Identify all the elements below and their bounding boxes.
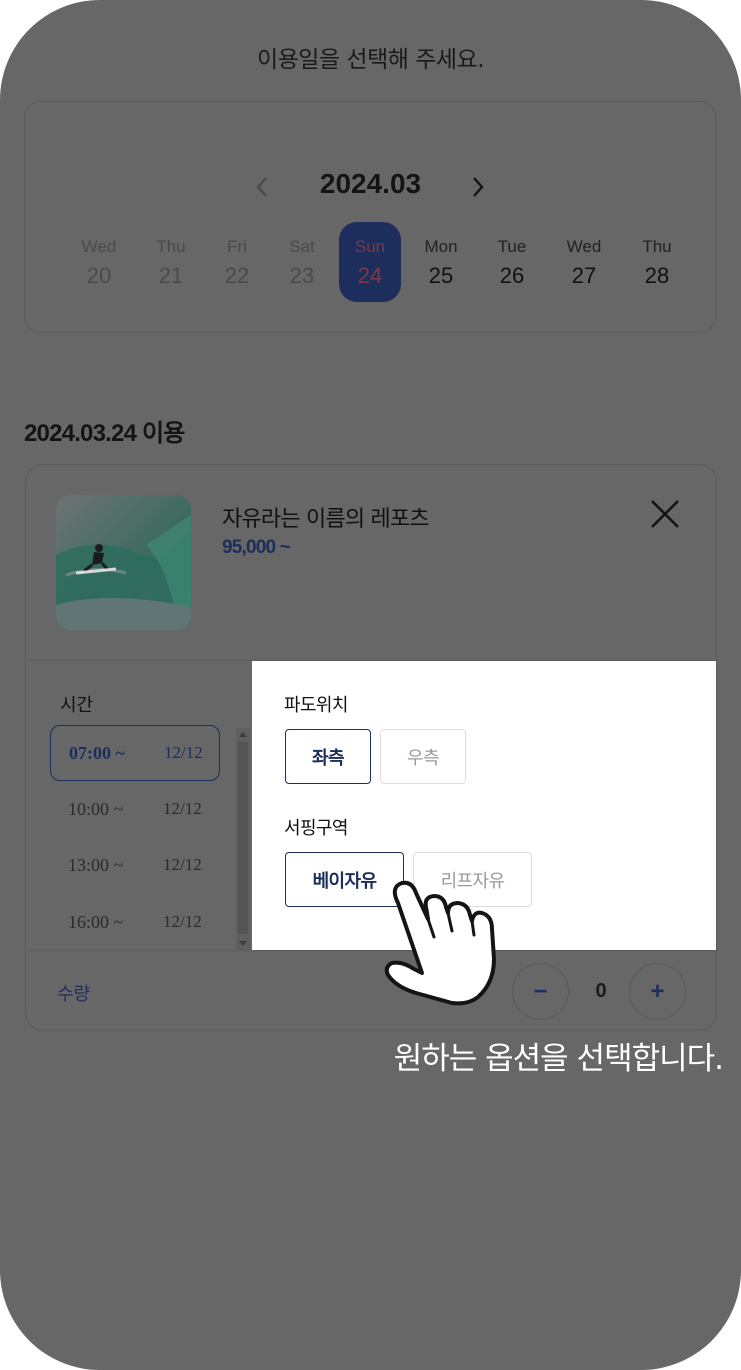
day-number: 20 [86,263,112,288]
month-label: 2024.03 [319,168,422,199]
guide-caption: 원하는 옵션을 선택합니다. [393,1041,724,1077]
time-slot-quantity: 12/12 [163,855,202,874]
day-number: 28 [644,263,670,288]
chevron-right-icon [473,177,484,197]
time-slot-time: 16:00 ~ [68,912,124,932]
day-of-week: Wed [566,237,602,256]
time-slot-time: 13:00 ~ [68,855,124,875]
day-number: 22 [224,263,250,288]
calendar-day-20[interactable]: Wed 20 [68,225,130,302]
time-slot-1000[interactable]: 10:00 ~ 12/12 [50,782,220,838]
calendar-day-25[interactable]: Mon 25 [410,225,472,302]
time-slot-1600[interactable]: 16:00 ~ 12/12 [50,895,220,951]
time-list-scrollbar[interactable] [236,728,250,950]
option-right-button[interactable]: 우측 [380,729,466,784]
day-of-week: Thu [642,237,672,256]
calendar-day-24-selected[interactable]: Sun 24 [339,222,401,302]
day-number: 24 [357,263,383,288]
day-of-week: Sun [354,237,386,256]
day-number: 27 [571,263,597,288]
day-of-week: Sat [289,237,315,256]
day-number: 25 [428,263,454,288]
calendar-day-21[interactable]: Thu 21 [140,225,202,302]
scroll-down-icon[interactable] [239,941,247,946]
next-month-button[interactable] [466,172,490,202]
day-number: 21 [158,263,184,288]
selected-date-heading: 2024.03.24 이용 [24,420,185,447]
time-slot-quantity: 12/12 [163,912,202,931]
scrollbar-thumb[interactable] [238,742,248,934]
day-of-week: Fri [227,237,247,256]
product-name: 자유라는 이름의 레포츠 [222,507,430,532]
calendar-day-22[interactable]: Fri 22 [206,225,268,302]
minus-icon: − [533,977,548,1005]
close-button[interactable] [648,497,682,531]
product-price: 95,000 ~ [222,537,291,558]
quantity-value: 0 [595,980,607,1002]
quantity-increase-button[interactable]: + [629,963,686,1020]
day-of-week: Thu [156,237,186,256]
surfer-photo-icon [56,495,191,630]
time-slot-1300[interactable]: 13:00 ~ 12/12 [50,838,220,894]
scroll-up-icon[interactable] [239,732,247,737]
screen-overlay: 이용일을 선택해 주세요. 2024.03 Wed 20 Thu 21 Fri … [0,0,741,1370]
page-title: 이용일을 선택해 주세요. [256,47,485,73]
hand-pointer-icon [376,863,500,1008]
option-group-title: 파도위치 [284,695,348,716]
close-icon [651,500,679,528]
option-left-button[interactable]: 좌측 [285,729,371,784]
calendar-day-26[interactable]: Tue 26 [481,225,543,302]
time-slot-quantity: 12/12 [164,743,203,762]
divider [26,950,716,951]
time-section-label: 시간 [60,695,94,716]
calendar-day-23[interactable]: Sat 23 [271,225,333,302]
product-image [56,495,191,630]
time-slot-time: 07:00 ~ [69,743,125,763]
calendar-day-28[interactable]: Thu 28 [626,225,688,302]
calendar-day-27[interactable]: Wed 27 [553,225,615,302]
day-of-week: Mon [424,237,458,256]
quantity-label: 수량 [57,984,91,1005]
day-number: 23 [289,263,315,288]
option-group-title: 서핑구역 [284,818,348,839]
day-of-week: Tue [497,237,527,256]
day-number: 26 [499,263,525,288]
time-slot-time: 10:00 ~ [68,799,124,819]
plus-icon: + [650,977,665,1005]
time-slot-quantity: 12/12 [163,799,202,818]
time-slot-0700[interactable]: 07:00 ~ 12/12 [50,725,220,781]
day-of-week: Wed [81,237,117,256]
quantity-decrease-button[interactable]: − [512,963,569,1020]
